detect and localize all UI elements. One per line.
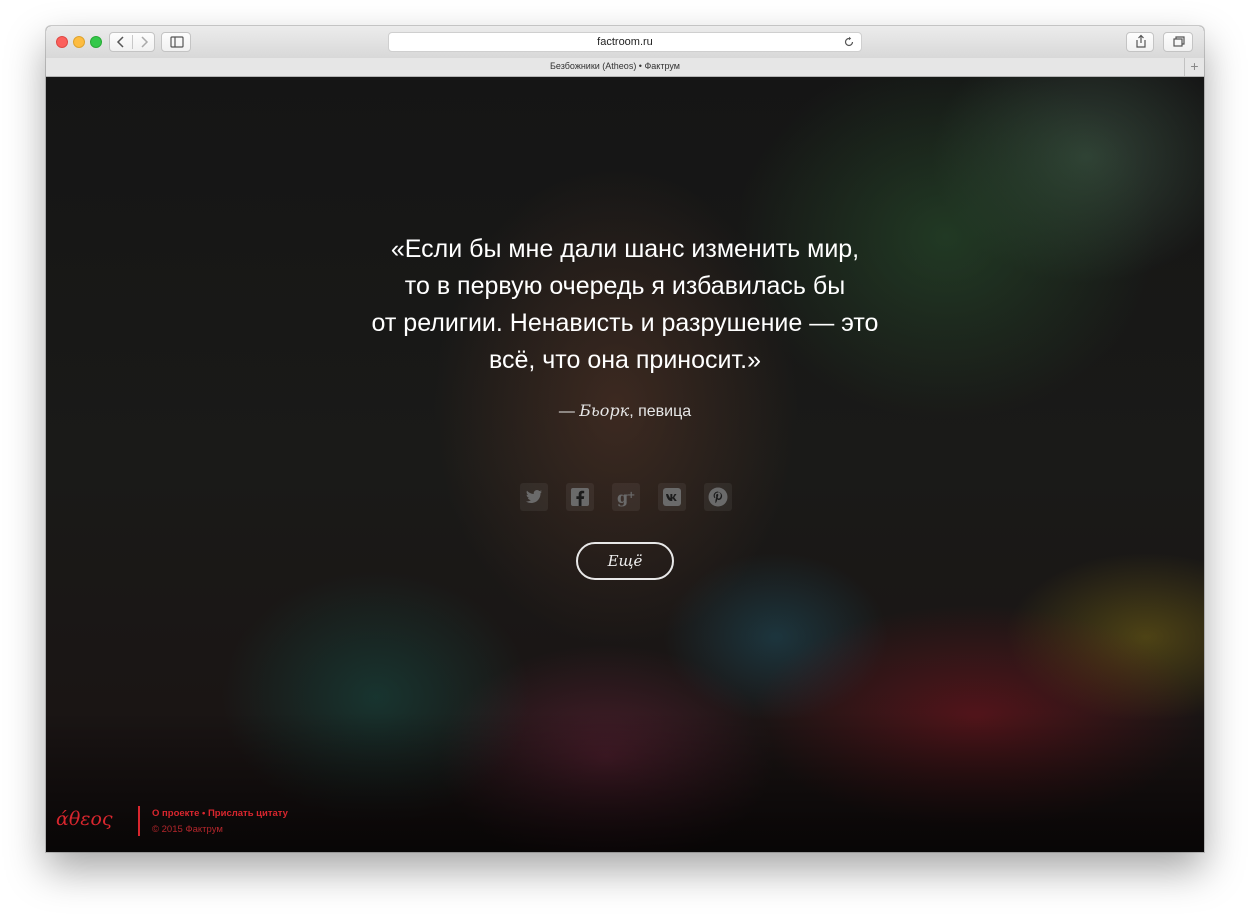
facebook-share-button[interactable] <box>566 483 594 511</box>
footer-link-separator: • <box>199 808 208 819</box>
share-icon <box>1136 34 1146 48</box>
pinterest-share-button[interactable] <box>704 483 732 511</box>
google-plus-share-button[interactable]: g + <box>612 483 640 511</box>
forward-button[interactable] <box>133 33 155 51</box>
browser-window: factroom.ru Безбожники (Atheos) • Фактру… <box>46 26 1204 852</box>
share-buttons: g + <box>520 483 732 511</box>
tab-active[interactable]: Безбожники (Atheos) • Фактрум <box>46 61 1184 71</box>
footer-divider <box>138 806 140 836</box>
footer-links: О проекте • Прислать цитату <box>152 808 288 819</box>
share-button[interactable] <box>1126 32 1154 52</box>
facebook-icon <box>571 488 589 506</box>
address-bar[interactable]: factroom.ru <box>388 32 862 52</box>
author-dash: — <box>558 403 580 420</box>
submit-quote-link[interactable]: Прислать цитату <box>208 808 288 819</box>
zoom-window-button[interactable] <box>90 36 102 48</box>
pinterest-icon <box>708 487 728 507</box>
new-tab-button[interactable]: + <box>1184 58 1204 76</box>
more-quotes-button[interactable]: Ещё <box>576 542 674 580</box>
chevron-left-icon <box>116 36 124 48</box>
tab-bar: Безбожники (Atheos) • Фактрум + <box>46 58 1204 77</box>
twitter-share-button[interactable] <box>520 483 548 511</box>
twitter-icon <box>526 490 542 503</box>
sidebar-icon <box>170 36 184 48</box>
tabs-icon <box>1173 36 1185 47</box>
navigation-buttons <box>109 32 155 52</box>
back-button[interactable] <box>110 33 132 51</box>
site-logo[interactable]: άθεος <box>56 808 113 830</box>
sidebar-button[interactable] <box>161 32 191 52</box>
copyright: © 2015 Фактрум <box>152 824 223 835</box>
google-plus-icon: g + <box>617 488 635 507</box>
quote-text: «Если бы мне дали шанс изменить мир, то … <box>371 235 879 374</box>
about-link[interactable]: О проекте <box>152 808 199 819</box>
vk-share-button[interactable] <box>658 483 686 511</box>
reload-icon[interactable] <box>843 36 855 48</box>
close-window-button[interactable] <box>56 36 68 48</box>
chevron-right-icon <box>141 36 149 48</box>
quote-author: — Бьорк, певица <box>246 401 1004 421</box>
minimize-window-button[interactable] <box>73 36 85 48</box>
page-content: «Если бы мне дали шанс изменить мир, то … <box>46 77 1204 852</box>
svg-text:+: + <box>627 490 635 501</box>
show-tabs-button[interactable] <box>1163 32 1193 52</box>
vk-icon <box>663 488 681 506</box>
author-name: Бьорк <box>579 401 630 420</box>
author-role: , певица <box>629 403 692 420</box>
url-text: factroom.ru <box>597 36 653 48</box>
browser-toolbar: factroom.ru <box>46 26 1204 59</box>
